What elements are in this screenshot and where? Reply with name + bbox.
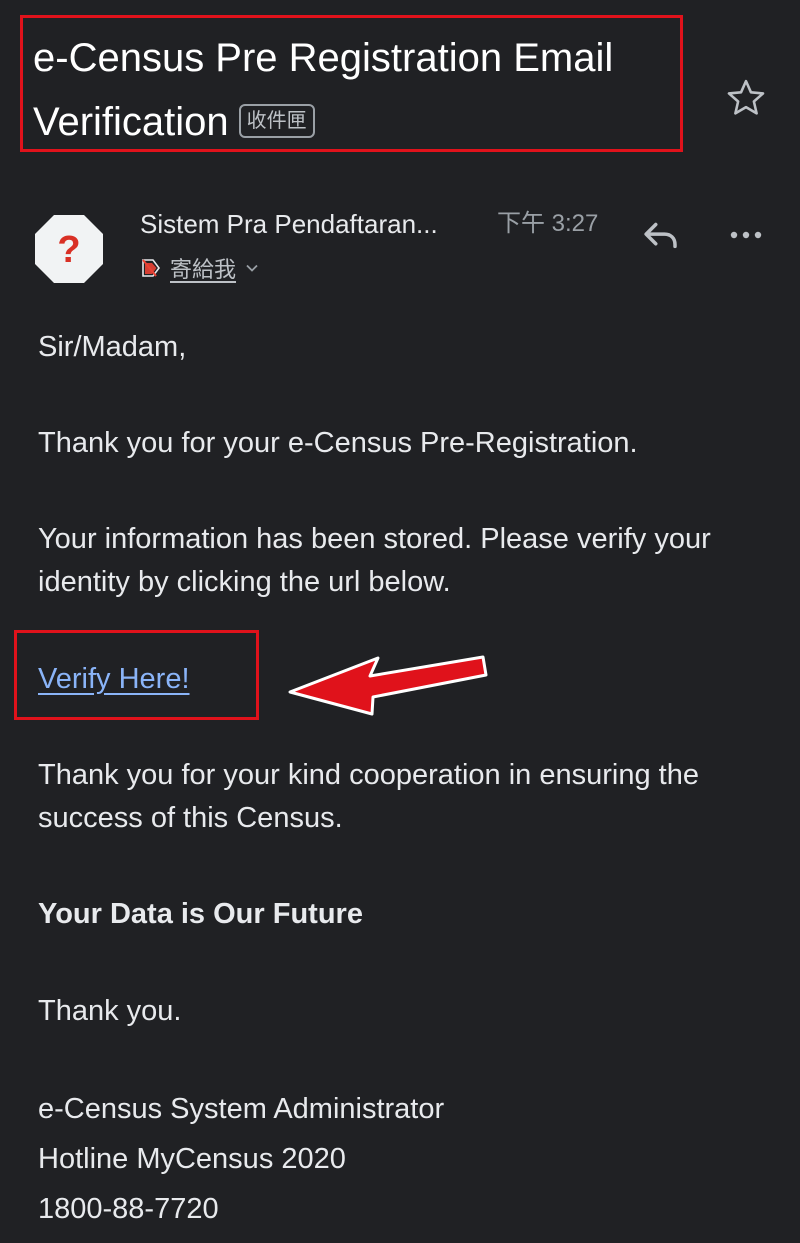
recipient-text[interactable]: 寄給我 — [170, 252, 236, 284]
chevron-down-icon[interactable] — [244, 260, 260, 276]
motto: Your Data is Our Future — [38, 898, 363, 930]
signature-phone[interactable]: 1800-88-7720 — [38, 1184, 219, 1234]
received-time: 下午 3:27 — [497, 210, 599, 237]
email-subject: e-Census Pre Registration Email Verifica… — [33, 26, 693, 154]
sender-avatar[interactable]: ? — [33, 213, 105, 285]
sender-name[interactable]: Sistem Pra Pendaftaran... — [140, 208, 438, 240]
important-tag-icon — [142, 259, 160, 277]
body-paragraph: Thank you for your e-Census Pre-Registra… — [38, 427, 638, 459]
inbox-label-chip[interactable]: 收件匣 — [238, 104, 315, 138]
subject-text: e-Census Pre Registration Email Verifica… — [33, 36, 614, 144]
annotation-arrow-icon — [288, 655, 488, 716]
body-paragraph: Your information has been stored. Please… — [38, 523, 711, 598]
closing: Thank you. — [38, 995, 182, 1027]
verify-link[interactable]: Verify Here! — [38, 663, 190, 695]
avatar-glyph: ? — [57, 229, 80, 271]
signature-name: e-Census System Administrator — [38, 1093, 445, 1125]
reply-icon[interactable] — [640, 214, 682, 256]
star-icon[interactable] — [724, 76, 768, 120]
recipient-row[interactable]: 寄給我 — [140, 252, 260, 284]
more-options-icon[interactable] — [722, 218, 770, 252]
signature-hotline: Hotline MyCensus 2020 — [38, 1143, 346, 1175]
body-paragraph: Thank you for your kind cooperation in e… — [38, 759, 699, 834]
greeting: Sir/Madam, — [38, 331, 187, 363]
